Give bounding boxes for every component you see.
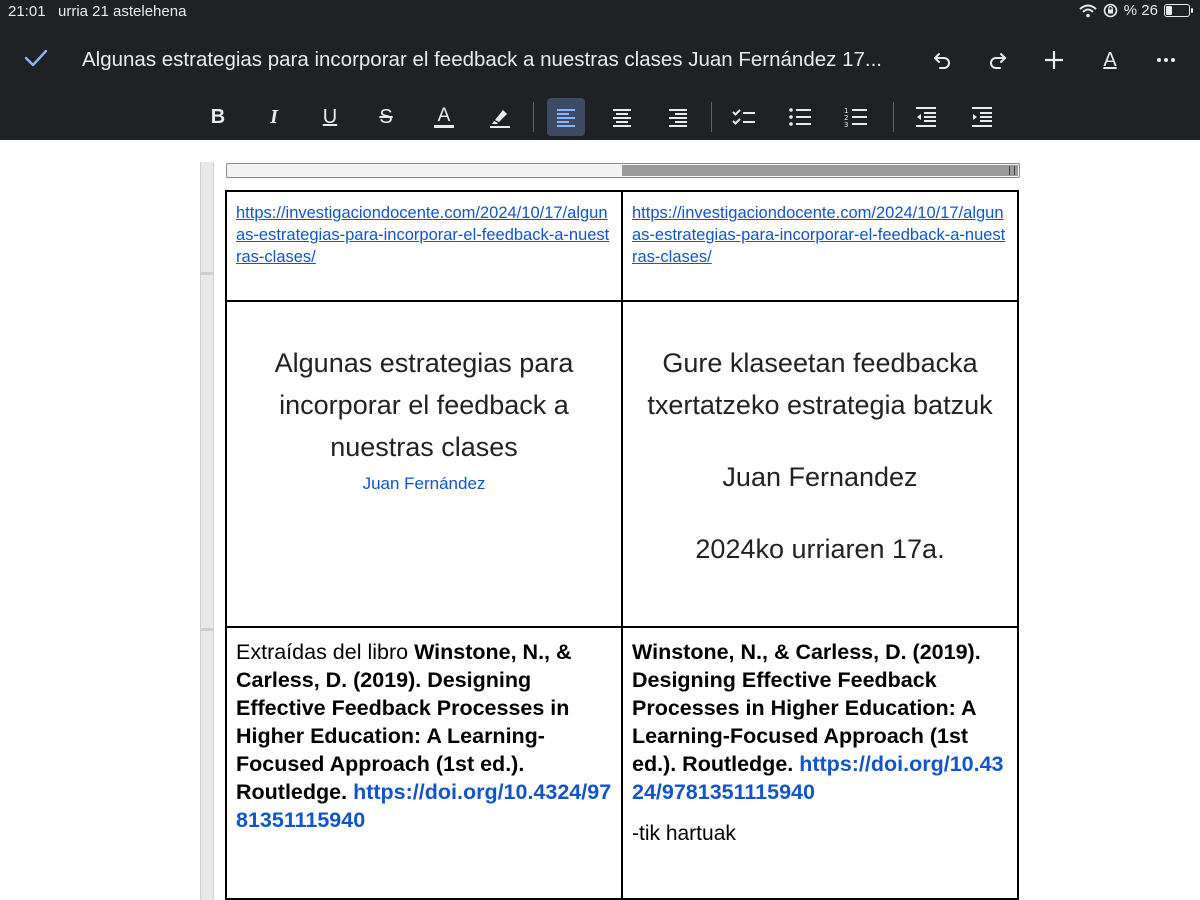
table-cell[interactable]: https://investigaciondocente.com/2024/10… — [225, 190, 623, 302]
row-divider — [201, 272, 213, 275]
svg-text:3: 3 — [844, 121, 848, 129]
document-title: Algunas estrategias para incorporar el f… — [82, 48, 882, 71]
table-row-handles[interactable] — [200, 162, 214, 900]
increase-indent-button[interactable] — [963, 98, 1001, 136]
table-cell[interactable]: Gure klaseetan feedbacka txertatzeko est… — [621, 300, 1019, 628]
align-left-button[interactable] — [547, 98, 585, 136]
decrease-indent-icon — [916, 107, 936, 127]
highlight-button[interactable] — [481, 98, 519, 136]
battery-percentage: % 26 — [1123, 2, 1158, 19]
text-color-button[interactable]: A — [425, 98, 463, 136]
align-right-button[interactable] — [659, 98, 697, 136]
align-right-icon — [669, 109, 687, 127]
scrollbar-grip-icon — [1009, 166, 1015, 175]
undo-icon — [934, 53, 950, 69]
table-cell[interactable]: Winstone, N., & Carless, D. (2019). Desi… — [621, 626, 1019, 900]
align-center-button[interactable] — [603, 98, 641, 136]
source-link[interactable]: https://investigaciondocente.com/2024/10… — [236, 204, 609, 266]
toolbar-divider — [893, 102, 894, 132]
source-link[interactable]: https://investigaciondocente.com/2024/10… — [632, 204, 1005, 266]
bulleted-list-button[interactable] — [781, 98, 819, 136]
table-row: https://investigaciondocente.com/2024/10… — [225, 190, 1019, 302]
more-horizontal-icon — [1157, 58, 1175, 62]
checklist-button[interactable] — [725, 98, 763, 136]
bulleted-list-icon — [789, 108, 811, 126]
app-header: 21:01 urria 21 astelehena % 26 Algunas e… — [0, 0, 1200, 140]
insert-button[interactable] — [1038, 44, 1070, 76]
increase-indent-icon — [972, 107, 992, 127]
align-center-icon — [613, 109, 631, 127]
status-bar: 21:01 urria 21 astelehena % 26 — [0, 0, 1200, 24]
reference-suffix: -tik hartuak — [632, 822, 736, 845]
author-link[interactable]: Juan Fernández — [227, 474, 621, 494]
row-divider — [201, 628, 213, 631]
undo-button[interactable] — [926, 44, 958, 76]
checklist-icon — [732, 109, 755, 125]
reference-intro: Extraídas del libro — [236, 640, 415, 664]
table-cell[interactable]: Algunas estrategias para incorporar el f… — [225, 300, 623, 628]
article-date: 2024ko urriaren 17a. — [695, 534, 945, 564]
decrease-indent-button[interactable] — [907, 98, 945, 136]
table-horizontal-scrollbar[interactable] — [226, 163, 1020, 178]
format-text-icon: A — [1103, 48, 1117, 71]
document-area[interactable]: https://investigaciondocente.com/2024/10… — [0, 140, 1200, 900]
table-cell[interactable]: https://investigaciondocente.com/2024/10… — [621, 190, 1019, 302]
done-check-icon[interactable] — [22, 44, 50, 72]
toolbar-divider — [711, 102, 712, 132]
wifi-icon — [1079, 4, 1097, 17]
formatting-toolbar: B I U S A 123 — [0, 96, 1200, 138]
article-title-spanish: Algunas estrategias para incorporar el f… — [274, 348, 574, 462]
italic-button[interactable]: I — [255, 98, 293, 136]
highlighter-icon — [490, 110, 510, 128]
rotation-lock-icon — [1103, 3, 1118, 18]
scrollbar-thumb[interactable] — [622, 165, 1018, 176]
table-row: Algunas estrategias para incorporar el f… — [225, 300, 1019, 628]
author-name: Juan Fernandez — [722, 462, 918, 492]
numbered-list-icon: 123 — [844, 107, 867, 129]
numbered-list-button[interactable]: 123 — [837, 98, 875, 136]
underline-button[interactable]: U — [311, 98, 349, 136]
status-time: 21:01 — [8, 3, 46, 20]
redo-icon — [990, 53, 1006, 69]
strikethrough-button[interactable]: S — [367, 98, 405, 136]
format-text-button[interactable]: A — [1094, 44, 1126, 76]
table-row: Extraídas del libro Winstone, N., & Carl… — [225, 626, 1019, 900]
battery-icon — [1164, 4, 1193, 17]
text-color-icon: A — [433, 106, 455, 128]
toolbar-divider — [533, 102, 534, 132]
bold-button[interactable]: B — [199, 98, 237, 136]
status-date: urria 21 astelehena — [58, 3, 187, 20]
status-right: % 26 — [1079, 2, 1193, 19]
translation-table: https://investigaciondocente.com/2024/10… — [225, 190, 1019, 900]
plus-icon — [1045, 51, 1063, 69]
more-options-button[interactable] — [1150, 44, 1182, 76]
title-row: Algunas estrategias para incorporar el f… — [0, 36, 1200, 84]
article-title-basque: Gure klaseetan feedbacka txertatzeko est… — [647, 348, 993, 420]
table-cell[interactable]: Extraídas del libro Winstone, N., & Carl… — [225, 626, 623, 900]
redo-button[interactable] — [982, 44, 1014, 76]
align-left-icon — [557, 109, 575, 127]
